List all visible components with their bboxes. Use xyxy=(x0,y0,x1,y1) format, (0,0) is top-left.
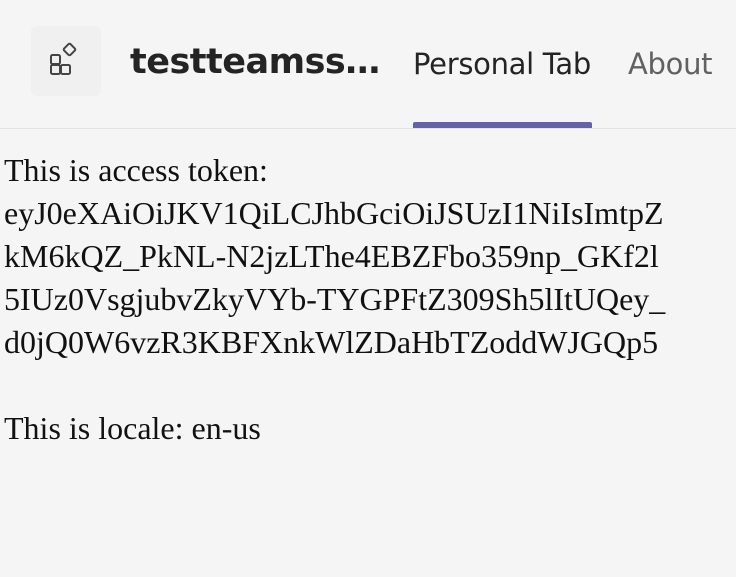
access-token-label: This is access token: xyxy=(4,152,268,188)
locale-text: This is locale: en-us xyxy=(4,410,261,446)
app-header: testteamss… Personal Tab About xyxy=(0,0,736,129)
access-token-line: kM6kQZ_PkNL-N2jzLThe4EBZFbo359np_GKf2l xyxy=(4,238,659,274)
access-token-line: 5IUz0VsgjubvZkyVYb-TYGPFtZ309Sh5lItUQey_ xyxy=(4,281,666,317)
app-title: testteamss… xyxy=(130,42,380,82)
app-tile[interactable] xyxy=(31,26,101,96)
tab-content: This is access token: eyJ0eXAiOiJKV1QiLC… xyxy=(4,149,736,450)
access-token-line: eyJ0eXAiOiJKV1QiLCJhbGciOiJSUzI1NiIsImtp… xyxy=(4,195,664,231)
app-grid-icon xyxy=(48,41,84,82)
tab-about[interactable]: About xyxy=(628,44,713,84)
active-tab-indicator xyxy=(413,122,592,128)
access-token-line: d0jQ0W6vzR3KBFXnkWlZDaHbTZoddWJGQp5 xyxy=(4,324,659,360)
tab-personal-tab[interactable]: Personal Tab xyxy=(413,44,591,84)
